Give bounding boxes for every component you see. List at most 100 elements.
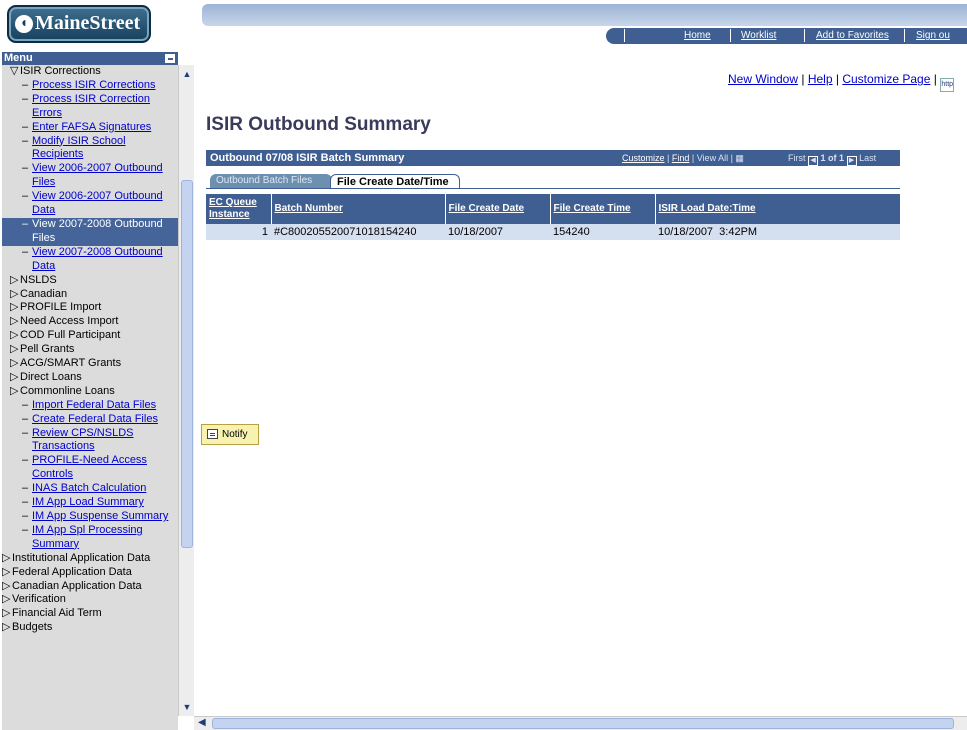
menu-item-label[interactable]: Enter FAFSA Signatures <box>32 121 151 133</box>
menu-item-label[interactable]: COD Full Participant <box>20 329 120 341</box>
menu-item-label[interactable]: IM App Load Summary <box>32 496 144 508</box>
tab-outbound-batch-files[interactable]: Outbound Batch Files <box>210 174 332 188</box>
menu-item[interactable]: ▷ Federal Application Data <box>2 566 178 580</box>
menu-item-label[interactable]: Direct Loans <box>20 371 82 383</box>
menu-collapse-icon[interactable] <box>165 54 175 63</box>
menu-item-label[interactable]: Review CPS/NSLDS Transactions <box>32 427 133 453</box>
menu-item[interactable]: ▷ Direct Loans <box>2 371 178 385</box>
menu-item-label[interactable]: Need Access Import <box>20 315 118 327</box>
menu-item-label[interactable]: View 2007-2008 Outbound Data <box>32 246 163 272</box>
add-to-favorites-link[interactable]: Add to Favorites <box>816 30 889 41</box>
menu-item-label[interactable]: View 2006-2007 Outbound Files <box>32 162 163 188</box>
menu-item-bullet: – <box>22 134 29 147</box>
download-icon[interactable]: ▦ <box>735 153 744 163</box>
menu-item[interactable]: ▷ Pell Grants <box>2 343 178 357</box>
menu-item[interactable]: – IM App Spl Processing Summary <box>2 524 178 552</box>
menu-item-label[interactable]: Canadian Application Data <box>12 580 142 592</box>
tab-file-create-date-time[interactable]: File Create Date/Time <box>330 174 460 189</box>
menu-item[interactable]: – INAS Batch Calculation <box>2 482 178 496</box>
scroll-up-icon[interactable]: ▲ <box>180 67 194 81</box>
menu-item[interactable]: ▷ Verification <box>2 593 178 607</box>
column-header-batch-number[interactable]: Batch Number <box>271 194 446 224</box>
menu-item[interactable]: ▷ Need Access Import <box>2 315 178 329</box>
customize-page-link[interactable]: Customize Page <box>842 72 930 86</box>
menu-item-label[interactable]: PROFILE Import <box>20 301 101 313</box>
notify-button[interactable]: Notify <box>201 424 259 445</box>
menu-item[interactable]: – View 2006-2007 Outbound Files <box>2 162 178 190</box>
customize-grid-link[interactable]: Customize <box>622 153 665 163</box>
menu-item-label[interactable]: View 2007-2008 Outbound Files <box>32 218 163 244</box>
menu-item-label[interactable]: Pell Grants <box>20 343 74 355</box>
worklist-link[interactable]: Worklist <box>741 30 776 41</box>
find-link[interactable]: Find <box>672 153 690 163</box>
menu-item[interactable]: ▷ Financial Aid Term <box>2 607 178 621</box>
menu-item-label[interactable]: IM App Spl Processing Summary <box>32 524 143 550</box>
menu-title-bar: Menu <box>2 52 178 65</box>
collapsed-folder-icon: ▷ <box>10 315 19 328</box>
menu-item-label[interactable]: Import Federal Data Files <box>32 399 156 411</box>
menu-item-label[interactable]: Federal Application Data <box>12 566 132 578</box>
previous-arrow-icon[interactable]: ◀ <box>808 156 819 166</box>
menu-item-label[interactable]: PROFILE-Need Access Controls <box>32 454 147 480</box>
menu-item-label[interactable]: Process ISIR Correction Errors <box>32 93 150 119</box>
menu-item-label[interactable]: Create Federal Data Files <box>32 413 158 425</box>
menu-item-label[interactable]: NSLDS <box>20 274 57 286</box>
menu-item[interactable]: – View 2007-2008 Outbound Files <box>2 217 178 246</box>
menu-item[interactable]: ▷ Canadian <box>2 288 178 302</box>
menu-item[interactable]: ▷ PROFILE Import <box>2 301 178 315</box>
menu-item[interactable]: ▽ ISIR Corrections <box>2 65 178 79</box>
menu-item-label[interactable]: Financial Aid Term <box>12 607 102 619</box>
sign-out-link[interactable]: Sign ou <box>916 30 950 41</box>
menu-item[interactable]: – Modify ISIR School Recipients <box>2 135 178 163</box>
first-label[interactable]: First <box>788 153 806 163</box>
menu-item-label[interactable]: Verification <box>12 593 66 605</box>
menu-item[interactable]: ▷ Budgets <box>2 621 178 635</box>
menu-item-label[interactable]: Institutional Application Data <box>12 552 150 564</box>
scroll-left-icon[interactable]: ◀ <box>198 717 206 728</box>
menu-item[interactable]: – IM App Suspense Summary <box>2 510 178 524</box>
http-icon[interactable]: http <box>940 78 955 92</box>
menu-item[interactable]: – Import Federal Data Files <box>2 399 178 413</box>
menu-item[interactable]: – Process ISIR Corrections <box>2 79 178 93</box>
menu-item[interactable]: – Enter FAFSA Signatures <box>2 121 178 135</box>
column-header-file-create-time[interactable]: File Create Time <box>550 194 656 224</box>
column-header-isir-load-date-time[interactable]: ISIR Load Date:Time <box>655 194 901 224</box>
menu-item[interactable]: ▷ Commonline Loans <box>2 385 178 399</box>
menu-item[interactable]: – View 2007-2008 Outbound Data <box>2 246 178 274</box>
menu-item[interactable]: – View 2006-2007 Outbound Data <box>2 190 178 218</box>
home-link[interactable]: Home <box>684 30 711 41</box>
menu-item-label[interactable]: Commonline Loans <box>20 385 115 397</box>
menu-item[interactable]: ▷ Canadian Application Data <box>2 580 178 594</box>
menu-item-label[interactable]: ISIR Corrections <box>20 65 101 77</box>
menu-item[interactable]: – Create Federal Data Files <box>2 413 178 427</box>
menu-item-label[interactable]: Canadian <box>20 288 67 300</box>
menu-item-label[interactable]: Budgets <box>12 621 52 633</box>
menu-item[interactable]: – Review CPS/NSLDS Transactions <box>2 427 178 455</box>
scroll-down-icon[interactable]: ▼ <box>180 700 194 714</box>
menu-item-label[interactable]: Process ISIR Corrections <box>32 79 155 91</box>
menu-item-label[interactable]: IM App Suspense Summary <box>32 510 168 522</box>
view-all-link[interactable]: View All <box>697 153 728 163</box>
menu-item[interactable]: ▷ Institutional Application Data <box>2 552 178 566</box>
menu-item[interactable]: ▷ ACG/SMART Grants <box>2 357 178 371</box>
column-header-ec-queue-instance[interactable]: EC Queue Instance <box>206 194 272 224</box>
menu-item[interactable]: ▷ COD Full Participant <box>2 329 178 343</box>
column-header-file-create-date[interactable]: File Create Date <box>445 194 551 224</box>
nav-separator <box>904 29 905 42</box>
menu-item[interactable]: – IM App Load Summary <box>2 496 178 510</box>
new-window-link[interactable]: New Window <box>728 72 798 86</box>
help-link[interactable]: Help <box>808 72 833 86</box>
menu-item-label[interactable]: INAS Batch Calculation <box>32 482 146 494</box>
horizontal-scrollbar-thumb[interactable] <box>212 718 954 729</box>
menu-item-label[interactable]: Modify ISIR School Recipients <box>32 135 126 161</box>
scrollbar-thumb[interactable] <box>181 180 193 548</box>
menu-item-label[interactable]: View 2006-2007 Outbound Data <box>32 190 163 216</box>
next-arrow-icon[interactable]: ▶ <box>846 156 857 166</box>
menu-item[interactable]: ▷ NSLDS <box>2 274 178 288</box>
vertical-scrollbar[interactable]: ▲ ▼ <box>178 65 194 716</box>
menu-item[interactable]: – Process ISIR Correction Errors <box>2 93 178 121</box>
menu-item[interactable]: – PROFILE-Need Access Controls <box>2 454 178 482</box>
horizontal-scrollbar[interactable]: ◀ <box>194 716 967 730</box>
menu-item-label[interactable]: ACG/SMART Grants <box>20 357 121 369</box>
last-label[interactable]: Last <box>859 153 876 163</box>
